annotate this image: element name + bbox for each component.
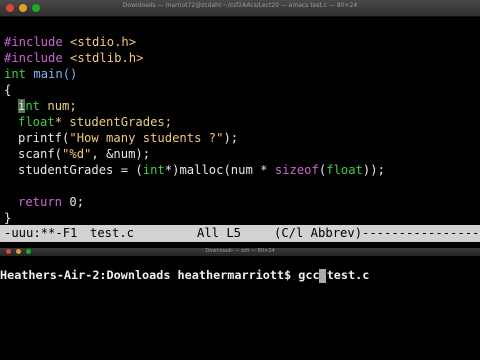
code-line-7: printf("How many students ?");	[18, 130, 238, 146]
statement-end: );	[223, 131, 239, 145]
shell-prompt: Heathers-Air-2:Downloads heathermarriott…	[0, 268, 370, 282]
code-line-12: }	[4, 211, 12, 225]
code-line-4: {	[4, 83, 12, 97]
return-keyword: return	[18, 195, 63, 209]
statement-end: ));	[362, 163, 385, 177]
type-keyword: float	[18, 115, 55, 129]
sizeof-type: float	[326, 163, 363, 177]
modeline-fill: -------------------	[362, 226, 480, 240]
terminal-title-bar[interactable]: Downloads — zsh — 80×24	[0, 248, 480, 256]
terminal-cursor	[319, 269, 326, 283]
string-literal: "%d"	[62, 147, 92, 161]
code-line-9: studentGrades = (int*)malloc(num * sizeo…	[18, 162, 385, 178]
include-header: <stdlib.h>	[62, 51, 144, 65]
code-line-8: scanf("%d", &num);	[18, 146, 150, 162]
type-keyword: nt	[25, 99, 41, 113]
cast-type: int	[142, 163, 165, 177]
cursor-position: All L5	[197, 226, 242, 240]
code-line-11: return 0;	[18, 194, 84, 210]
variable-decl: num;	[40, 99, 77, 113]
string-literal: "How many students ?"	[69, 131, 224, 145]
emacs-mode-line[interactable]: -uuu:**-F1 test.c All L5 (C/l Abbrev) --…	[0, 225, 480, 242]
code-line-1: #include <stdio.h>	[4, 34, 136, 50]
malloc-call: *)malloc(num *	[164, 163, 275, 177]
code-line-3: int main()	[4, 66, 77, 82]
code-line-5: int num;	[18, 98, 77, 114]
include-header: <stdio.h>	[62, 35, 137, 49]
statement-end: , &num);	[91, 147, 151, 161]
code-line-6: float* studentGrades;	[18, 114, 172, 130]
terminal-title: Downloads — zsh — 80×24	[205, 248, 275, 254]
buffer-name: test.c	[90, 226, 135, 240]
major-mode: (C/l Abbrev)	[274, 226, 363, 240]
emacs-window: Downloads — marriot72@zcdahl:~/csf2AAcs/…	[0, 0, 480, 248]
function-name: main()	[26, 67, 78, 81]
type-keyword: int	[4, 67, 27, 81]
variable-decl: * studentGrades;	[54, 115, 173, 129]
terminal-window[interactable]: Downloads — zsh — 80×24 Heathers-Air-2:D…	[0, 248, 480, 360]
sizeof-keyword: sizeof	[274, 163, 319, 177]
emacs-title-bar[interactable]: Downloads — marriot72@zcdahl:~/csf2AAcs/…	[0, 0, 480, 17]
code-line-2: #include <stdlib.h>	[4, 50, 143, 66]
include-directive: #include	[4, 51, 63, 65]
include-directive: #include	[4, 35, 63, 49]
scanf-call: scanf(	[18, 147, 63, 161]
assignment: studentGrades = (	[18, 163, 143, 177]
buffer-status: -uuu:**-F1	[4, 226, 78, 240]
window-title: Downloads — marriot72@zcdahl:~/csf2AAcs/…	[122, 2, 358, 9]
printf-call: printf(	[18, 131, 70, 145]
code-editor[interactable]: #include <stdio.h> #include <stdlib.h> i…	[0, 16, 480, 225]
return-value: 0;	[62, 195, 85, 209]
